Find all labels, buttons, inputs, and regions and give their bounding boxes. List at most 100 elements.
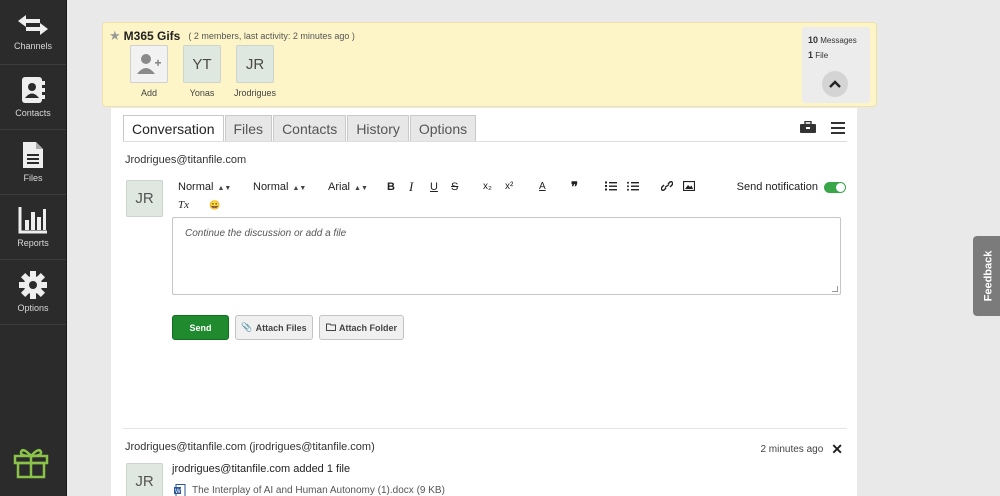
member-jrodrigues[interactable]: JR Jrodrigues [229, 45, 281, 98]
messages-label: Messages [820, 36, 857, 45]
sort-icon: ▲▼ [292, 185, 307, 192]
sidebar-item-label: Reports [17, 238, 49, 248]
file-icon [23, 142, 43, 168]
sidebar: Channels Contacts Files Reports Options [0, 0, 67, 496]
sidebar-item-contacts[interactable]: Contacts [0, 65, 66, 130]
send-notification-label: Send notification [736, 181, 818, 193]
folder-icon [325, 323, 336, 333]
heading-select[interactable]: Normal ▲▼ [178, 181, 231, 193]
send-notification: Send notification [737, 181, 846, 193]
avatar: JR [236, 45, 274, 83]
channel-meta: ( 2 members, last activity: 2 minutes ag… [188, 31, 355, 41]
strikethrough-icon: S [451, 181, 459, 193]
activity-author: Jrodrigues@titanfile.com (jrodrigues@tit… [125, 441, 375, 453]
superscript-button[interactable]: x² [505, 181, 513, 192]
add-member-button[interactable]: Add [123, 45, 175, 98]
bullet-list-icon [627, 181, 639, 191]
message-editor[interactable]: Continue the discussion or add a file [172, 217, 841, 295]
image-button[interactable] [682, 180, 696, 194]
panel-actions [785, 120, 845, 139]
files-count: 1 [808, 50, 814, 60]
tab-files[interactable]: Files [224, 115, 273, 142]
bullet-list-button[interactable] [627, 181, 639, 194]
toolbox-icon[interactable] [799, 120, 817, 139]
avatar: JR [126, 463, 163, 496]
activity-file[interactable]: W The Interplay of AI and Human Autonomy… [174, 484, 445, 496]
tab-history[interactable]: History [347, 115, 409, 142]
editor-placeholder: Continue the discussion or add a file [185, 228, 347, 239]
tab-divider [123, 141, 847, 142]
channel-title-row: ★ M365 Gifs ( 2 members, last activity: … [109, 28, 355, 44]
bar-chart-icon [18, 207, 47, 234]
attach-folder-label: Attach Folder [338, 322, 397, 333]
send-button[interactable]: Send [172, 315, 229, 340]
sidebar-item-reports[interactable]: Reports [0, 195, 66, 260]
composer-owner: Jrodrigues@titanfile.com [125, 154, 247, 166]
sidebar-item-label: Files [23, 173, 43, 183]
files-count-row: 1 File [808, 50, 864, 60]
clear-format-button[interactable]: Tx [178, 199, 189, 211]
docx-file-icon: W [174, 484, 186, 496]
text-color-button[interactable]: A [539, 181, 546, 192]
sort-icon: ▲▼ [354, 185, 368, 192]
subscript-button[interactable]: x₂ [483, 181, 492, 192]
sidebar-item-options[interactable]: Options [0, 260, 66, 325]
font-select[interactable]: Arial ▲▼ [328, 181, 368, 193]
menu-icon[interactable] [831, 121, 845, 139]
sidebar-item-label: Contacts [15, 108, 51, 118]
activity-time: 2 minutes ago [760, 444, 824, 455]
feedback-tab[interactable]: Feedback [973, 236, 1000, 316]
attach-files-button[interactable]: 📎 Attach Files [235, 315, 313, 340]
bold-button[interactable]: B [387, 181, 395, 193]
resize-handle[interactable] [832, 286, 838, 292]
gift-button[interactable] [13, 445, 49, 484]
collapse-header-button[interactable] [822, 71, 848, 97]
font-value: Arial [328, 181, 351, 193]
files-label: File [815, 51, 829, 60]
star-icon[interactable]: ★ [109, 28, 121, 44]
member-label: Jrodrigues [233, 88, 277, 98]
gift-icon [13, 448, 49, 479]
member-yonas[interactable]: YT Yonas [176, 45, 228, 98]
sidebar-item-files[interactable]: Files [0, 130, 66, 195]
link-icon [660, 180, 674, 192]
link-button[interactable] [660, 180, 674, 194]
heading-value: Normal [178, 181, 214, 193]
arrows-icon [18, 15, 48, 35]
sidebar-item-channels[interactable]: Channels [0, 0, 66, 65]
ordered-list-icon [605, 181, 617, 191]
chevron-up-icon [829, 80, 841, 88]
italic-button[interactable]: I [409, 179, 413, 195]
activity-file-name: The Interplay of AI and Human Autonomy (… [192, 485, 445, 496]
strike-button[interactable]: S [451, 181, 458, 193]
gear-icon [19, 271, 47, 299]
size-select[interactable]: Normal ▲▼ [253, 181, 306, 193]
paperclip-icon: 📎 [241, 322, 253, 332]
tab-contacts[interactable]: Contacts [273, 115, 347, 142]
tab-bar: Conversation Files Contacts History Opti… [123, 115, 477, 142]
sidebar-item-label: Options [17, 303, 49, 313]
blockquote-button[interactable]: ❞ [571, 179, 578, 195]
main-panel: Conversation Files Contacts History Opti… [111, 108, 857, 496]
attach-folder-button[interactable]: Attach Folder [319, 315, 404, 340]
divider [123, 428, 847, 429]
ordered-list-button[interactable] [605, 181, 617, 194]
tab-options[interactable]: Options [409, 115, 477, 142]
close-icon[interactable]: ✕ [831, 441, 843, 458]
underline-button[interactable]: U [430, 181, 438, 193]
member-label: Yonas [189, 88, 215, 98]
avatar: YT [183, 45, 221, 83]
contacts-icon [22, 77, 45, 103]
sort-icon: ▲▼ [217, 185, 232, 192]
send-notification-toggle[interactable] [824, 181, 846, 193]
channel-stats: 10 Messages 1 File [802, 27, 870, 103]
editor-toolbar: Normal ▲▼ Normal ▲▼ Arial ▲▼ B I U S x₂ x² … [178, 179, 846, 215]
image-icon [682, 180, 696, 192]
sidebar-item-label: Channels [13, 41, 53, 51]
tab-conversation[interactable]: Conversation [123, 115, 224, 142]
avatar: JR [126, 180, 163, 217]
svg-text:W: W [175, 489, 181, 495]
channel-name: M365 Gifs [123, 29, 181, 43]
emoji-button[interactable]: 😀 [209, 200, 220, 211]
messages-count-row: 10 Messages [808, 35, 864, 45]
